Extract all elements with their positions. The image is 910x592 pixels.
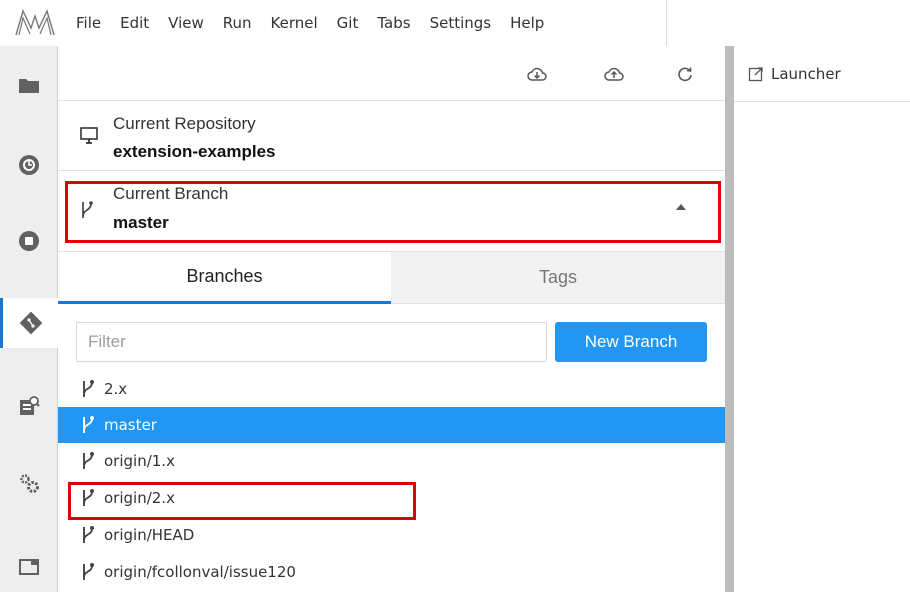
new-branch-button[interactable]: New Branch bbox=[555, 322, 707, 362]
menu-bar: File Edit View Run Kernel Git Tabs Setti… bbox=[0, 0, 910, 46]
stop-icon bbox=[19, 231, 39, 251]
push-button[interactable] bbox=[603, 63, 625, 85]
branch-name: master bbox=[104, 416, 157, 434]
repository-name: extension-examples bbox=[113, 142, 276, 161]
menu-run[interactable]: Run bbox=[223, 14, 252, 32]
branch-item[interactable]: origin/fcollonval/issue120 bbox=[58, 554, 725, 590]
desktop-icon bbox=[80, 127, 98, 144]
main-area: Launcher bbox=[734, 46, 910, 592]
menu-help[interactable]: Help bbox=[510, 14, 544, 32]
git-icon bbox=[19, 311, 43, 335]
git-panel: Current Repository extension-examples Cu… bbox=[58, 46, 725, 592]
highlight-box bbox=[65, 181, 721, 243]
branch-name: origin/fcollonval/issue120 bbox=[104, 563, 296, 581]
left-activity-bar bbox=[0, 46, 59, 592]
menu-view[interactable]: View bbox=[168, 14, 204, 32]
branch-item[interactable]: 2.x bbox=[58, 371, 725, 407]
property-inspector-icon bbox=[20, 396, 40, 415]
filter-input[interactable] bbox=[76, 322, 547, 362]
menu-edit[interactable]: Edit bbox=[120, 14, 149, 32]
panel-splitter[interactable] bbox=[725, 46, 734, 592]
launcher-icon bbox=[748, 66, 763, 81]
branch-item-selected[interactable]: master bbox=[58, 407, 725, 443]
menu-tabs[interactable]: Tabs bbox=[377, 14, 410, 32]
git-branch-icon bbox=[83, 452, 94, 469]
branch-tag-tabs: Branches Tags bbox=[58, 251, 725, 304]
branch-name: 2.x bbox=[104, 380, 128, 398]
git-branch-icon bbox=[83, 563, 94, 580]
git-branch-icon bbox=[83, 380, 94, 397]
extension-manager-icon bbox=[20, 474, 39, 493]
menubar-divider bbox=[666, 0, 667, 46]
running-icon bbox=[19, 155, 39, 175]
tab-branches[interactable]: Branches bbox=[58, 252, 391, 304]
extension-manager-tab[interactable] bbox=[0, 458, 58, 508]
git-branch-icon bbox=[83, 416, 94, 433]
kernel-stop-tab[interactable] bbox=[0, 216, 58, 266]
branch-item[interactable]: origin/1.x bbox=[58, 443, 725, 479]
running-sessions-tab[interactable] bbox=[0, 140, 58, 190]
git-branch-icon bbox=[83, 526, 94, 543]
cloud-download-icon bbox=[527, 67, 547, 81]
current-repository[interactable]: Current Repository extension-examples bbox=[58, 102, 725, 168]
jupyter-logo-icon bbox=[15, 9, 55, 36]
tabs-list-tab[interactable] bbox=[0, 542, 58, 592]
tab-launcher[interactable]: Launcher bbox=[734, 46, 910, 102]
current-repository-label: Current Repository bbox=[113, 114, 256, 133]
menu-kernel[interactable]: Kernel bbox=[271, 14, 318, 32]
branch-name: origin/1.x bbox=[104, 452, 175, 470]
file-browser-tab[interactable] bbox=[0, 60, 58, 110]
branch-item[interactable]: origin/HEAD bbox=[58, 517, 725, 553]
cloud-upload-icon bbox=[604, 67, 624, 81]
git-toolbar bbox=[58, 46, 725, 101]
menu-file[interactable]: File bbox=[76, 14, 101, 32]
menu-settings[interactable]: Settings bbox=[430, 14, 492, 32]
folder-icon bbox=[19, 79, 39, 93]
property-inspector-tab[interactable] bbox=[0, 381, 58, 431]
highlight-box bbox=[68, 482, 416, 520]
refresh-icon bbox=[678, 67, 692, 82]
launcher-label: Launcher bbox=[771, 64, 841, 83]
pull-button[interactable] bbox=[526, 63, 548, 85]
menu-git[interactable]: Git bbox=[337, 14, 359, 32]
tab-tags[interactable]: Tags bbox=[391, 252, 725, 304]
branch-name: origin/HEAD bbox=[104, 526, 195, 544]
tabs-icon bbox=[19, 559, 39, 575]
git-tab[interactable] bbox=[0, 298, 59, 348]
refresh-button[interactable] bbox=[674, 63, 696, 85]
